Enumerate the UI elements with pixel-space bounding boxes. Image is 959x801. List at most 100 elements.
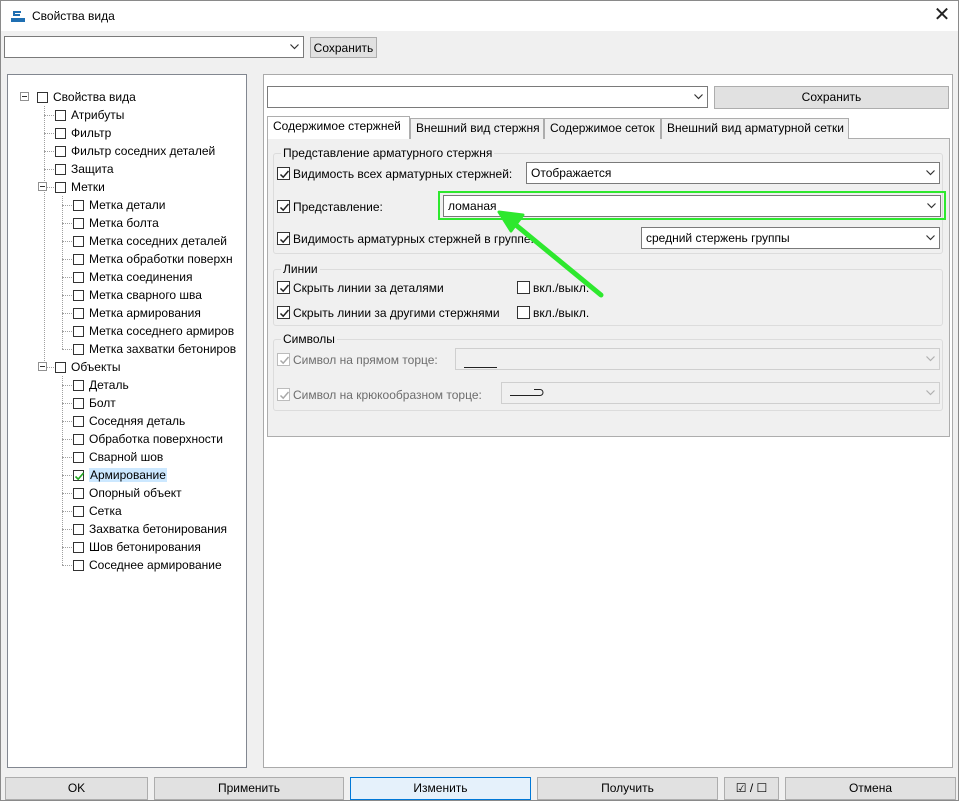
- tree-item-checkbox[interactable]: [73, 560, 84, 571]
- tree-item-checkbox[interactable]: [55, 146, 66, 157]
- tree-item[interactable]: Армирование: [8, 466, 240, 484]
- tree-item[interactable]: Метка армирования: [8, 304, 240, 322]
- tree-item-label: Соседнее армирование: [89, 558, 222, 572]
- toggle-all-button[interactable]: ☑ / ☐: [724, 777, 779, 800]
- cancel-button[interactable]: Отмена: [785, 777, 956, 800]
- close-icon[interactable]: ✕: [927, 3, 957, 29]
- tree-item-label: Болт: [89, 396, 116, 410]
- hide-behind-parts-checkbox[interactable]: [277, 281, 290, 294]
- right-saved-settings-combo[interactable]: [267, 86, 708, 108]
- hook-end-checkbox[interactable]: [277, 388, 290, 401]
- tree-item-checkbox[interactable]: [55, 182, 66, 193]
- tree-item-checkbox[interactable]: [73, 398, 84, 409]
- tree-item-checkbox[interactable]: [55, 164, 66, 175]
- tree-collapse-icon[interactable]: [38, 362, 47, 371]
- tab-mesh-content[interactable]: Содержимое сеток: [544, 118, 661, 139]
- tree-item[interactable]: Обработка поверхности: [8, 430, 240, 448]
- tree-collapse-icon[interactable]: [20, 92, 29, 101]
- tree-item[interactable]: Захватка бетонирования: [8, 520, 240, 538]
- tree-item[interactable]: Шов бетонирования: [8, 538, 240, 556]
- tree-item-checkbox[interactable]: [37, 92, 48, 103]
- tree-item[interactable]: Метки: [8, 178, 240, 196]
- tree-item-checkbox[interactable]: [55, 362, 66, 373]
- tab-rebar-appearance[interactable]: Внешний вид стержня: [410, 118, 544, 139]
- representation-checkbox[interactable]: [277, 200, 290, 213]
- tree-item[interactable]: Защита: [8, 160, 240, 178]
- tree-collapse-icon[interactable]: [38, 182, 47, 191]
- tree-item[interactable]: Соседнее армирование: [8, 556, 240, 574]
- visibility-all-select[interactable]: Отображается: [526, 162, 940, 184]
- tree-item-checkbox[interactable]: [73, 434, 84, 445]
- tree-item[interactable]: Метка детали: [8, 196, 240, 214]
- properties-tree: Свойства вида Атрибуты Фильтр Фильтр соседн…: [7, 74, 247, 768]
- tree-item[interactable]: Метка сварного шва: [8, 286, 240, 304]
- tree-item-checkbox[interactable]: [73, 380, 84, 391]
- tree-item-checkbox[interactable]: [73, 254, 84, 265]
- lines-group-title: Линии: [281, 262, 320, 276]
- tree-item-checkbox[interactable]: [73, 200, 84, 211]
- title-bar: Свойства вида ✕: [1, 1, 958, 31]
- tree-item[interactable]: Метка соседнего армиров: [8, 322, 240, 340]
- tree-item-checkbox[interactable]: [73, 452, 84, 463]
- tree-item[interactable]: Деталь: [8, 376, 240, 394]
- tree-item-checkbox[interactable]: [73, 272, 84, 283]
- chevron-down-icon: [286, 37, 303, 57]
- tree-item-label: Опорный объект: [89, 486, 182, 500]
- tree-item[interactable]: Опорный объект: [8, 484, 240, 502]
- tree-item[interactable]: Болт: [8, 394, 240, 412]
- tree-item-label: Сварной шов: [89, 450, 164, 464]
- tree-item-label: Защита: [71, 162, 114, 176]
- tree-item-checkbox[interactable]: [73, 308, 84, 319]
- hook-symbol-icon: [510, 388, 546, 403]
- tab-rebar-content[interactable]: Содержимое стержней: [267, 116, 410, 139]
- tree-item-checkbox[interactable]: [55, 128, 66, 139]
- saved-settings-combo[interactable]: [4, 36, 304, 58]
- apply-button[interactable]: Применить: [154, 777, 344, 800]
- tree-item-checkbox[interactable]: [73, 236, 84, 247]
- visibility-all-checkbox[interactable]: [277, 167, 290, 180]
- ok-button[interactable]: OK: [5, 777, 148, 800]
- tree-item-checkbox[interactable]: [73, 290, 84, 301]
- get-button[interactable]: Получить: [537, 777, 718, 800]
- tree-item[interactable]: Метка болта: [8, 214, 240, 232]
- tree-item-label: Свойства вида: [53, 90, 136, 104]
- tree-item-checkbox[interactable]: [73, 416, 84, 427]
- hook-end-select[interactable]: [501, 382, 940, 404]
- tree-item-checkbox[interactable]: [73, 524, 84, 535]
- tree-item-checkbox[interactable]: [73, 542, 84, 553]
- tree-item[interactable]: Метка захватки бетониров: [8, 340, 240, 358]
- tree-item[interactable]: Соседняя деталь: [8, 412, 240, 430]
- tree-item-checkbox[interactable]: [73, 506, 84, 517]
- tree-item[interactable]: Фильтр соседних деталей: [8, 142, 240, 160]
- top-save-button[interactable]: Сохранить: [310, 37, 377, 58]
- tree-item-checkbox[interactable]: [55, 110, 66, 121]
- right-save-button[interactable]: Сохранить: [714, 86, 949, 109]
- tree-item[interactable]: Фильтр: [8, 124, 240, 142]
- straight-end-select[interactable]: [455, 348, 940, 370]
- tab-mesh-appearance[interactable]: Внешний вид арматурной сетки: [661, 118, 849, 139]
- tree-item-checkbox[interactable]: [73, 344, 84, 355]
- tree-item-label: Метка сварного шва: [89, 288, 202, 302]
- chevron-down-icon: [690, 87, 707, 107]
- tree-item[interactable]: Сетка: [8, 502, 240, 520]
- tree-item[interactable]: Объекты: [8, 358, 240, 376]
- modify-button[interactable]: Изменить: [350, 777, 531, 800]
- tree-item-checkbox[interactable]: [73, 470, 85, 481]
- group-visibility-checkbox[interactable]: [277, 232, 290, 245]
- tree-item-checkbox[interactable]: [73, 326, 84, 337]
- tree-item[interactable]: Метка соседних деталей: [8, 232, 240, 250]
- straight-line-symbol-icon: [464, 358, 498, 372]
- tree-item[interactable]: Сварной шов: [8, 448, 240, 466]
- chevron-down-icon: [922, 163, 939, 183]
- tree-item[interactable]: Метка соединения: [8, 268, 240, 286]
- straight-end-checkbox[interactable]: [277, 353, 290, 366]
- tree-item[interactable]: Атрибуты: [8, 106, 240, 124]
- tree-item[interactable]: Свойства вида: [8, 88, 240, 106]
- tree-item-label: Армирование: [89, 468, 167, 482]
- group-visibility-select[interactable]: средний стержень группы: [641, 227, 940, 249]
- tree-item-checkbox[interactable]: [73, 218, 84, 229]
- hide-behind-bars-checkbox[interactable]: [277, 306, 290, 319]
- tree-item-checkbox[interactable]: [73, 488, 84, 499]
- annotation-arrow: [497, 210, 604, 298]
- tree-item[interactable]: Метка обработки поверхн: [8, 250, 240, 268]
